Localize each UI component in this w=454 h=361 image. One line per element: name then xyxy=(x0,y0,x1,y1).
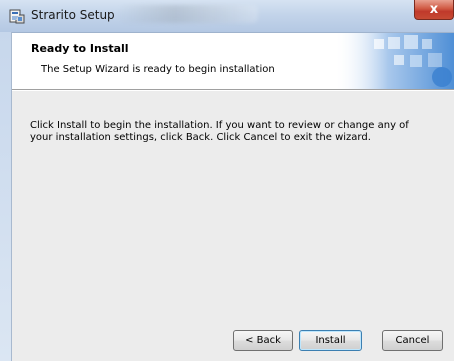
install-instructions: Click Install to begin the installation.… xyxy=(30,120,409,143)
page-subtitle: The Setup Wizard is ready to begin insta… xyxy=(41,64,275,75)
wizard-header: Ready to Install The Setup Wizard is rea… xyxy=(12,33,454,89)
title-bar-glass xyxy=(118,5,258,23)
page-title: Ready to Install xyxy=(31,42,129,55)
title-bar[interactable]: Strarito Setup x xyxy=(0,0,454,33)
close-button[interactable]: x xyxy=(414,0,454,20)
banner-graphic xyxy=(334,33,454,89)
setup-window: Strarito Setup x Ready to Install The Se… xyxy=(0,0,454,361)
cancel-button[interactable]: Cancel xyxy=(382,330,443,351)
back-button[interactable]: < Back xyxy=(233,330,293,351)
install-button[interactable]: Install xyxy=(299,330,362,351)
window-frame-left xyxy=(0,32,12,361)
installer-icon[interactable] xyxy=(8,7,26,25)
window-title: Strarito Setup xyxy=(31,8,115,22)
close-icon: x xyxy=(429,2,439,17)
